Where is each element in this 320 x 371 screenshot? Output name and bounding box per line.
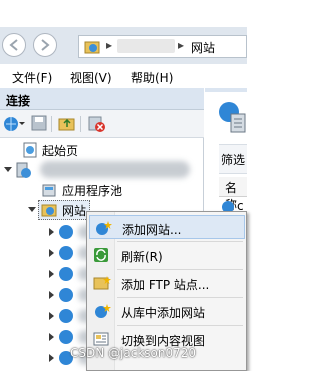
- connections-toolbar: [0, 110, 204, 138]
- expand-arrow-icon[interactable]: [49, 249, 54, 257]
- app-pool-icon: [42, 184, 56, 197]
- gallery-icon: [95, 304, 111, 318]
- context-menu-label: 从库中添加网站: [121, 306, 206, 320]
- menu-item-add-ftp-site[interactable]: 添加 FTP 站点...: [89, 271, 245, 295]
- forward-button[interactable]: [33, 33, 57, 57]
- filter-label: 筛选: [221, 153, 246, 167]
- tree-item-server[interactable]: [0, 160, 204, 180]
- tree-item-site[interactable]: [0, 306, 92, 326]
- tree-item-start-page[interactable]: 起始页: [0, 140, 204, 160]
- toolbar-separator: [80, 116, 81, 132]
- start-page-icon: [23, 142, 37, 158]
- site-globe-icon: [59, 246, 73, 260]
- tree-label: 应用程序池: [62, 184, 123, 198]
- breadcrumb-server-redacted[interactable]: [117, 39, 175, 53]
- add-ftp-site-icon: [93, 276, 111, 290]
- tree-item-site[interactable]: [0, 327, 92, 347]
- expand-arrow-icon[interactable]: [49, 333, 54, 341]
- menu-help[interactable]: 帮助(H): [131, 69, 173, 86]
- expand-arrow-icon[interactable]: [49, 312, 54, 320]
- title-bar: [0, 0, 247, 27]
- tree-item-site[interactable]: [0, 264, 92, 284]
- menu-view[interactable]: 视图(V): [70, 69, 112, 86]
- context-menu-label: 添加网站...: [122, 223, 182, 237]
- tree-item-app-pools[interactable]: 应用程序池: [0, 180, 204, 200]
- context-menu-label: 刷新(R): [121, 250, 163, 264]
- back-arrow-icon: [9, 39, 18, 51]
- site-globe-icon: [59, 330, 73, 344]
- address-field[interactable]: ▸ ▸ 网站: [78, 35, 247, 58]
- disconnect-icon[interactable]: [88, 115, 106, 136]
- expand-arrow-icon[interactable]: [49, 270, 54, 278]
- breadcrumb-separator-icon: ▸: [106, 38, 113, 52]
- menu-file[interactable]: 文件(F): [12, 69, 52, 86]
- save-icon[interactable]: [31, 115, 47, 134]
- connections-title: 连接: [6, 94, 31, 108]
- tree-item-site[interactable]: [0, 285, 92, 305]
- site-globe-icon: [59, 225, 73, 239]
- expand-arrow-icon[interactable]: [49, 354, 54, 362]
- toolbar-separator: [51, 116, 52, 132]
- tree-label: 网站: [62, 204, 87, 218]
- content-header-strip: [205, 88, 247, 92]
- menu-bar: 文件(F) 视图(V) 帮助(H): [0, 64, 247, 88]
- breadcrumb-separator-icon: ▸: [178, 38, 185, 52]
- server-icon: [16, 162, 31, 178]
- expand-arrow-icon[interactable]: [49, 228, 54, 236]
- watermark-text: CSDN @jackson0720: [70, 346, 196, 360]
- menu-item-refresh[interactable]: 刷新(R): [89, 243, 245, 267]
- tree-item-site[interactable]: [0, 243, 92, 263]
- forward-arrow-icon: [41, 39, 50, 51]
- add-website-icon: [96, 221, 112, 235]
- context-menu-label: 添加 FTP 站点...: [121, 278, 210, 292]
- address-bar-region: ▸ ▸ 网站: [0, 27, 247, 64]
- tree-item-site[interactable]: [0, 222, 92, 242]
- menu-item-add-website[interactable]: 添加网站...: [89, 215, 245, 239]
- back-button[interactable]: [2, 33, 26, 57]
- context-menu-separator: [117, 241, 243, 242]
- folder-globe-icon: [84, 41, 100, 54]
- collapse-arrow-icon[interactable]: [4, 167, 12, 172]
- breadcrumb-sites[interactable]: 网站: [191, 39, 215, 56]
- connect-globe-icon[interactable]: [3, 115, 25, 136]
- menu-item-add-from-gallery[interactable]: 从库中添加网站: [89, 299, 245, 323]
- folder-globe-icon: [41, 204, 57, 217]
- up-folder-icon[interactable]: [58, 115, 76, 134]
- collapse-arrow-icon[interactable]: [28, 207, 36, 212]
- server-name-redacted: [40, 161, 190, 178]
- column-header-name[interactable]: 名称: [219, 177, 247, 212]
- context-menu-separator: [117, 269, 243, 270]
- site-globe-icon: [59, 309, 73, 323]
- site-globe-icon: [59, 288, 73, 302]
- expand-arrow-icon[interactable]: [49, 291, 54, 299]
- context-menu-separator: [117, 297, 243, 298]
- context-menu-separator: [117, 325, 243, 326]
- sites-feature-icon: [219, 102, 246, 133]
- filter-bar: 筛选: [219, 144, 247, 174]
- site-globe-icon: [59, 267, 73, 281]
- content-view-icon: [93, 332, 109, 346]
- tree-label: 起始页: [42, 144, 79, 158]
- connections-header: 连接: [0, 88, 204, 110]
- refresh-icon: [94, 248, 108, 262]
